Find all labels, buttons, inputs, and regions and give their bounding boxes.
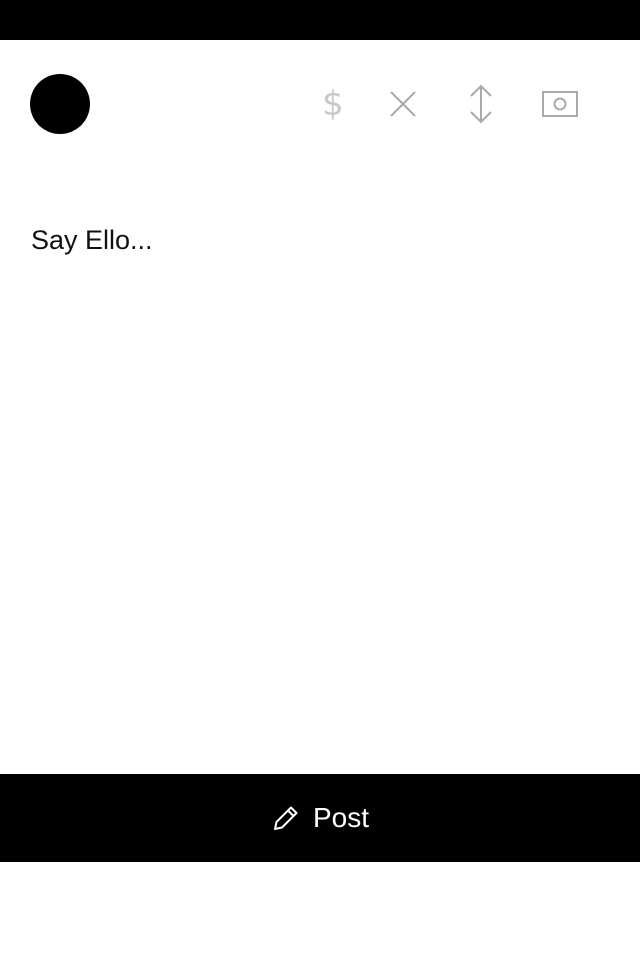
reorder-icon — [470, 84, 492, 124]
camera-button[interactable] — [536, 80, 584, 128]
pencil-icon — [273, 806, 298, 830]
status-bar — [0, 0, 640, 40]
avatar[interactable] — [30, 74, 90, 134]
dollar-icon: $ — [322, 84, 344, 124]
editor-placeholder[interactable]: Say Ello... — [31, 225, 153, 256]
post-button[interactable]: Post — [0, 774, 640, 862]
close-icon — [390, 91, 416, 117]
post-label: Post — [312, 802, 370, 833]
camera-icon — [542, 91, 578, 117]
omnibar-header: $ — [0, 40, 640, 168]
reorder-button[interactable] — [457, 80, 505, 128]
post-editor[interactable]: Say Ello... — [0, 210, 640, 770]
sell-button[interactable]: $ — [309, 80, 357, 128]
cancel-button[interactable] — [379, 80, 427, 128]
